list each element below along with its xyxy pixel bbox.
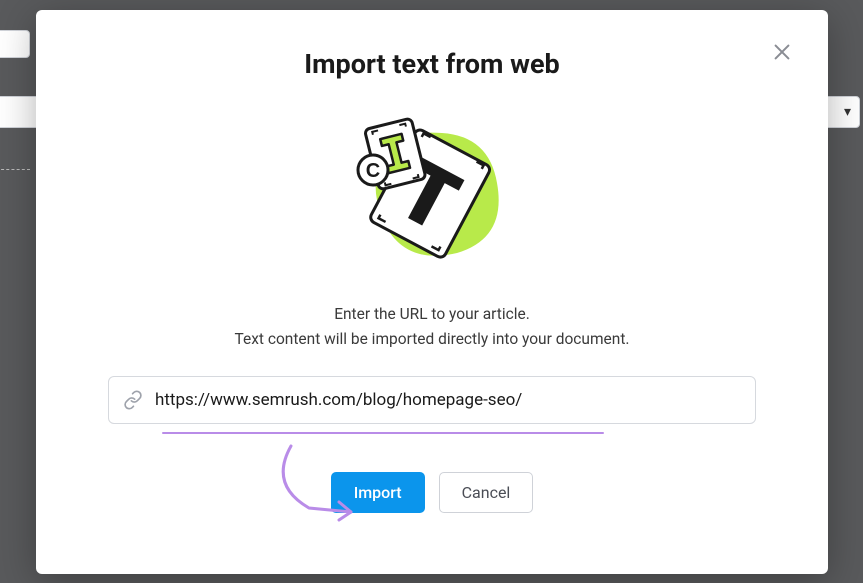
import-button[interactable]: Import (331, 472, 425, 513)
url-input-container[interactable] (108, 376, 756, 424)
cancel-button[interactable]: Cancel (439, 472, 534, 513)
close-icon (771, 41, 793, 63)
modal-title: Import text from web (84, 48, 780, 80)
svg-text:C: C (366, 160, 380, 182)
url-input[interactable] (155, 390, 741, 410)
annotation-underline (162, 432, 604, 434)
bg-fragment: rt (0, 30, 30, 58)
illustration: C (84, 108, 780, 278)
button-row: Import Cancel (84, 472, 780, 513)
text-import-illustration-icon: C (347, 108, 517, 278)
chevron-down-icon: ▾ (844, 104, 851, 120)
link-icon (123, 390, 143, 410)
close-button[interactable] (764, 34, 800, 70)
instruction-line-2: Text content will be imported directly i… (84, 327, 780, 352)
instruction-line-1: Enter the URL to your article. (84, 302, 780, 327)
import-text-modal: Import text from web (36, 10, 828, 574)
bg-fragment: ort (0, 150, 30, 170)
instruction-text: Enter the URL to your article. Text cont… (84, 302, 780, 352)
